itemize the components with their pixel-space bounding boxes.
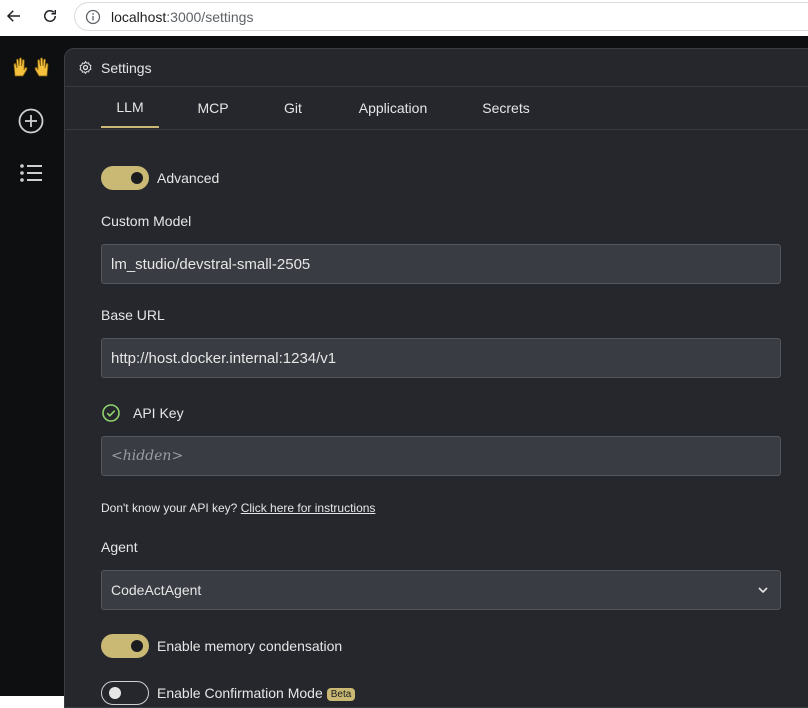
confirmation-label-text: Enable Confirmation Mode (157, 685, 323, 701)
tab-mcp[interactable]: MCP (191, 88, 235, 128)
reload-button[interactable] (38, 4, 62, 28)
confirmation-mode-toggle[interactable] (101, 681, 149, 705)
api-key-input[interactable]: <hidden> (101, 436, 781, 476)
settings-tabs: LLM MCP Git Application Secrets (65, 88, 808, 130)
sidebar (0, 36, 62, 696)
api-key-label-row: API Key (101, 403, 184, 423)
agent-label: Agent (101, 539, 138, 555)
custom-model-value: lm_studio/devstral-small-2505 (111, 255, 311, 273)
base-url-value: http://host.docker.internal:1234/v1 (111, 349, 337, 367)
api-key-placeholder: <hidden> (111, 448, 184, 464)
address-bar[interactable]: localhost:3000/settings (74, 2, 808, 31)
custom-model-label: Custom Model (101, 213, 192, 229)
beta-badge: Beta (326, 687, 356, 701)
tab-label: Application (358, 100, 428, 116)
api-key-hint: Don't know your API key? Click here for … (101, 501, 375, 515)
base-url-label: Base URL (101, 307, 165, 323)
hint-text: Don't know your API key? (101, 501, 238, 515)
memory-condensation-toggle[interactable] (101, 634, 149, 658)
memory-toggle-row: Enable memory condensation (101, 634, 342, 658)
tab-secrets[interactable]: Secrets (477, 88, 535, 128)
tab-application[interactable]: Application (351, 88, 435, 128)
agent-select[interactable]: CodeActAgent (101, 570, 781, 610)
advanced-toggle-row: Advanced (101, 166, 219, 190)
app: Settings LLM MCP Git Application Secrets… (0, 36, 808, 708)
url-host: localhost (111, 8, 167, 25)
custom-model-input[interactable]: lm_studio/devstral-small-2505 (101, 244, 781, 284)
agent-value: CodeActAgent (111, 582, 202, 598)
new-conversation-button[interactable] (18, 108, 44, 134)
tab-label: LLM (116, 99, 144, 115)
api-key-instructions-link[interactable]: Click here for instructions (241, 501, 376, 515)
chevron-down-icon (758, 587, 768, 594)
gear-icon (79, 61, 92, 74)
browser-toolbar: localhost:3000/settings (0, 0, 808, 36)
list-icon (20, 164, 42, 182)
tab-label: Secrets (482, 100, 530, 116)
panel-header: Settings (65, 49, 808, 87)
reload-icon (44, 10, 56, 22)
page-title: Settings (101, 59, 152, 76)
confirmation-toggle-row: Enable Confirmation Mode Beta (101, 681, 356, 705)
url-path: :3000/settings (166, 8, 254, 25)
tab-label: MCP (197, 100, 229, 116)
logo[interactable] (12, 56, 50, 82)
arrow-left-icon (6, 10, 20, 22)
memory-label: Enable memory condensation (157, 638, 343, 654)
url-text: localhost:3000/settings (111, 9, 253, 25)
info-icon (85, 9, 101, 24)
plus-circle-icon (18, 108, 44, 134)
advanced-toggle[interactable] (101, 166, 149, 190)
raised-hands-icon (13, 57, 49, 77)
conversations-list-button[interactable] (18, 160, 44, 186)
api-key-label: API Key (133, 405, 184, 421)
settings-panel: Settings LLM MCP Git Application Secrets… (64, 48, 808, 708)
tab-label: Git (284, 100, 302, 116)
confirmation-label: Enable Confirmation Mode Beta (157, 685, 356, 701)
check-circle-icon (102, 404, 120, 422)
tab-git[interactable]: Git (275, 88, 311, 128)
back-button[interactable] (2, 4, 26, 28)
advanced-label: Advanced (157, 170, 220, 186)
base-url-input[interactable]: http://host.docker.internal:1234/v1 (101, 338, 781, 378)
tab-llm[interactable]: LLM (101, 88, 159, 128)
